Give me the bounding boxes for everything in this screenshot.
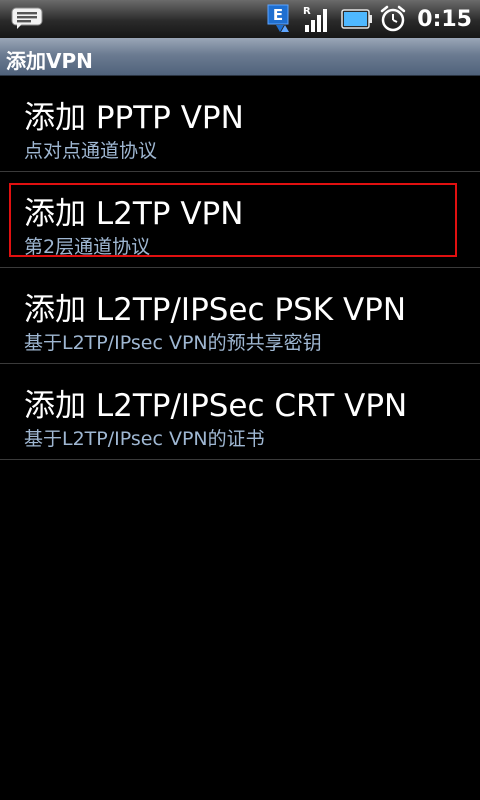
vpn-type-list: 添加 PPTP VPN 点对点通道协议 添加 L2TP VPN 第2层通道协议 … [0,76,480,460]
signal-icon: R [303,6,328,32]
network-type-label: E [273,6,283,24]
list-item-add-pptp-vpn[interactable]: 添加 PPTP VPN 点对点通道协议 [0,76,480,172]
roaming-label: R [303,6,311,17]
list-item-subtitle: 点对点通道协议 [24,140,158,162]
list-item-subtitle: 基于L2TP/IPsec VPN的预共享密钥 [24,332,322,354]
list-item-add-l2tp-ipsec-psk-vpn[interactable]: 添加 L2TP/IPSec PSK VPN 基于L2TP/IPsec VPN的预… [0,268,480,364]
list-item-title: 添加 PPTP VPN [24,100,244,136]
list-item-subtitle: 第2层通道协议 [24,236,151,258]
battery-icon [341,9,373,29]
alarm-clock-icon [381,5,406,32]
e-data-icon: E [267,4,290,32]
status-bar: E R 0:15 [0,0,480,39]
status-icons: E R 0:15 [267,3,472,35]
title-bar: 添加VPN [0,38,480,76]
list-item-add-l2tp-vpn[interactable]: 添加 L2TP VPN 第2层通道协议 [0,172,480,268]
list-item-title: 添加 L2TP/IPSec PSK VPN [24,292,407,328]
list-item-title: 添加 L2TP/IPSec CRT VPN [24,388,408,424]
page-title: 添加VPN [6,49,93,73]
list-item-subtitle: 基于L2TP/IPsec VPN的证书 [24,428,265,450]
list-item-title: 添加 L2TP VPN [24,196,244,232]
list-item-add-l2tp-ipsec-crt-vpn[interactable]: 添加 L2TP/IPSec CRT VPN 基于L2TP/IPsec VPN的证… [0,364,480,460]
chat-bubble-icon[interactable] [11,7,45,29]
status-time: 0:15 [417,6,472,32]
